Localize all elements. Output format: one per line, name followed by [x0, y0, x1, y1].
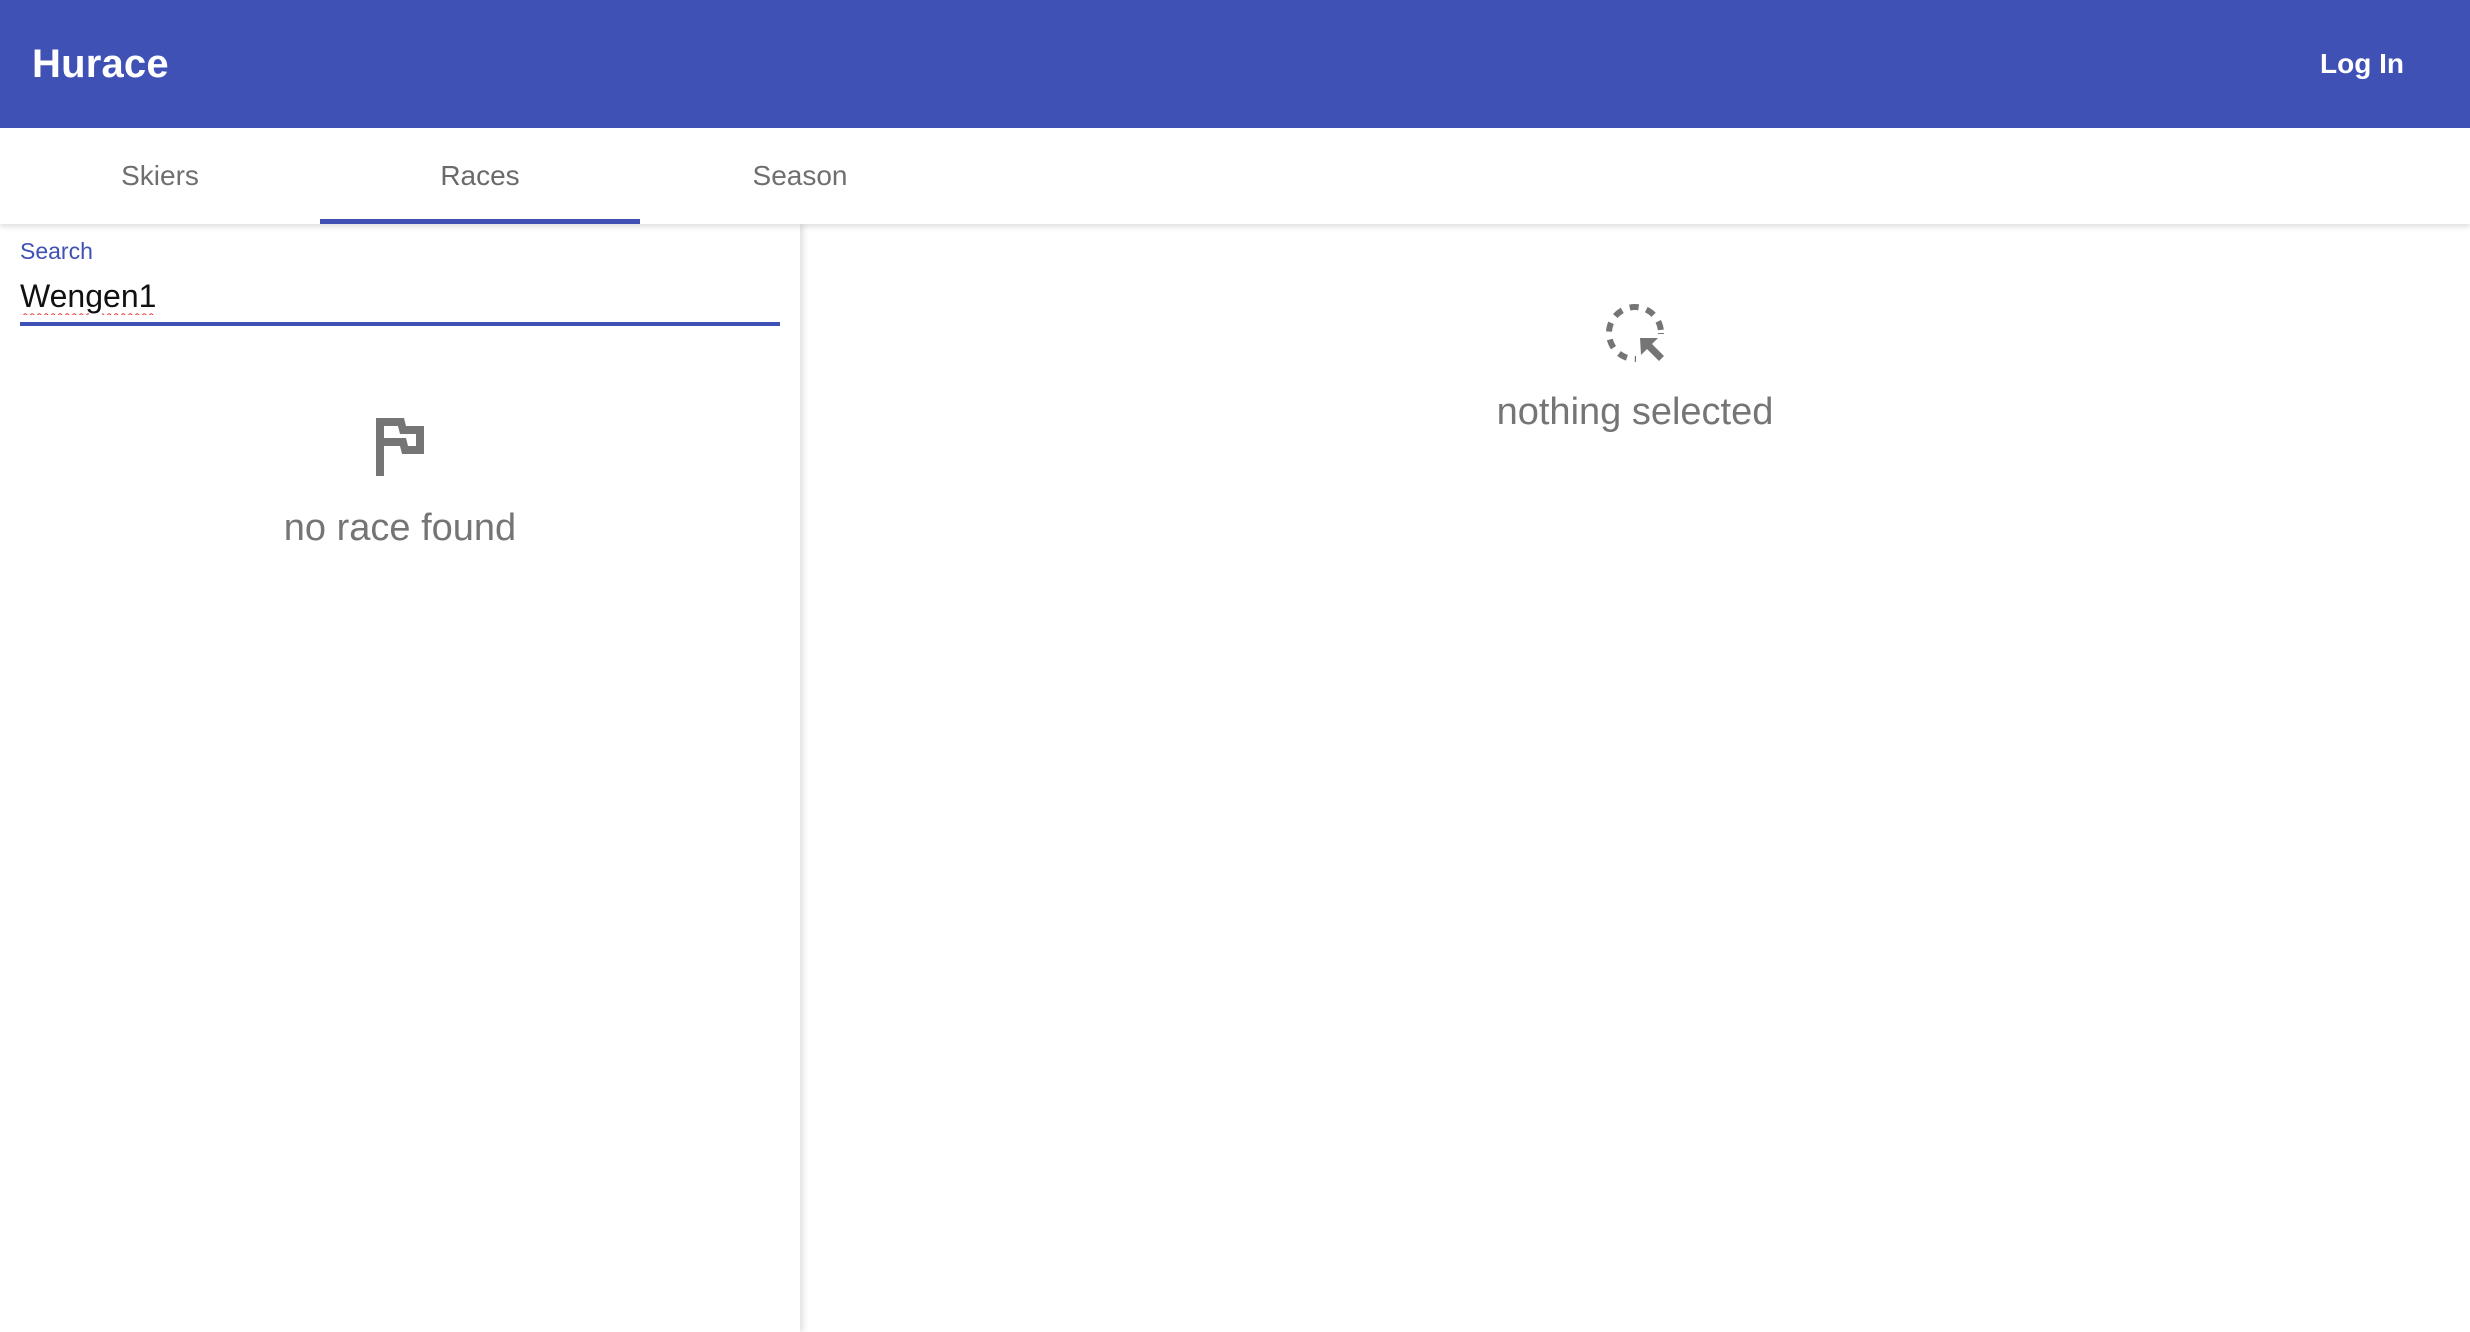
no-race-found-text: no race found [283, 507, 517, 549]
tab-races[interactable]: Races [320, 128, 640, 224]
nothing-selected-text: nothing selected [1496, 391, 1774, 433]
tab-season[interactable]: Season [640, 128, 960, 224]
race-list-empty-state: no race found [0, 414, 800, 550]
search-label: Search [20, 238, 93, 264]
tab-bar: Skiers Races Season [0, 128, 2470, 224]
select-cursor-icon [1602, 300, 1668, 366]
login-button[interactable]: Log In [2294, 34, 2430, 94]
search-input[interactable] [20, 274, 780, 326]
detail-empty-state: nothing selected [800, 300, 2470, 434]
flag-icon [370, 414, 430, 478]
active-tab-indicator [320, 219, 640, 224]
race-list-panel: Search no race found [0, 224, 800, 1332]
tab-skiers[interactable]: Skiers [0, 128, 320, 224]
app-bar: Hurace Log In [0, 0, 2470, 128]
app-title: Hurace [32, 42, 169, 86]
